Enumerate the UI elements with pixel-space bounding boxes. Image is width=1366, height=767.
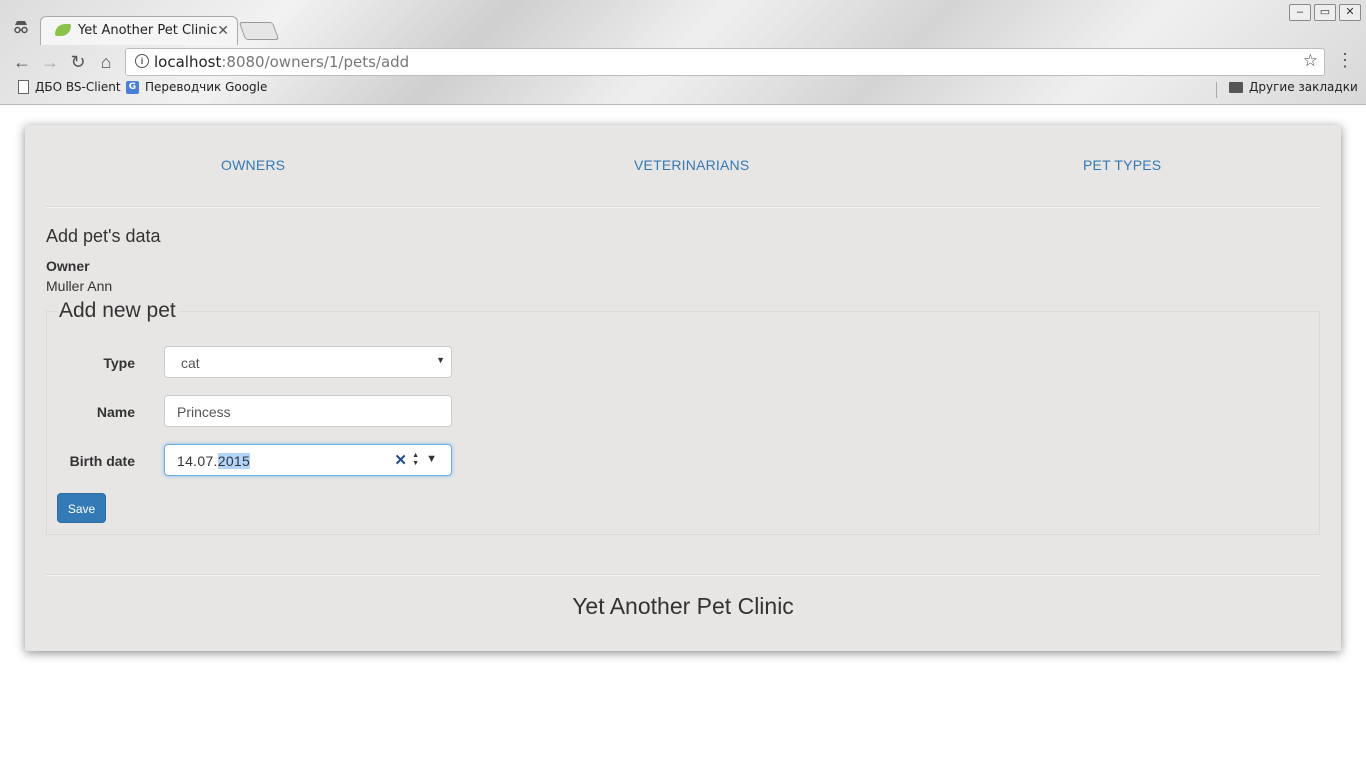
- browser-menu-icon[interactable]: ⋮: [1336, 50, 1354, 71]
- birth-date-input[interactable]: 14.07.2015 ✕ ▲ ▼ ▼: [164, 444, 452, 476]
- info-icon[interactable]: i: [135, 54, 149, 68]
- name-input[interactable]: Princess: [164, 395, 452, 427]
- owner-name: Muller Ann: [46, 278, 113, 294]
- type-label: Type: [103, 355, 135, 371]
- browser-chrome: Yet Another Pet Clinic ✕ – ▭ ✕ ← → ↻ ⌂ i…: [0, 0, 1366, 105]
- url-host: localhost: [154, 53, 222, 71]
- folder-icon: [1229, 81, 1243, 93]
- address-bar[interactable]: i localhost:8080/owners/1/pets/add ☆: [125, 48, 1325, 76]
- birth-date-year-selected: 2015: [217, 453, 251, 469]
- birth-date-day-month: 14.07.: [177, 453, 218, 469]
- form-legend: Add new pet: [57, 299, 178, 323]
- home-icon[interactable]: ⌂: [96, 52, 116, 72]
- new-tab-button[interactable]: [238, 22, 280, 40]
- maximize-icon[interactable]: ▭: [1314, 4, 1336, 21]
- bookmark-separator: [1216, 82, 1217, 98]
- main-card: OWNERS VETERINARIANS PET TYPES Add pet's…: [25, 125, 1341, 651]
- google-translate-icon: G: [126, 80, 139, 94]
- type-value: cat: [181, 355, 200, 371]
- window-close-icon[interactable]: ✕: [1339, 4, 1361, 21]
- forward-icon[interactable]: →: [40, 52, 60, 72]
- bookmark-star-icon[interactable]: ☆: [1303, 51, 1318, 71]
- chevron-down-icon: ▼: [436, 355, 445, 365]
- birth-date-value: 14.07.2015: [177, 453, 251, 469]
- other-bookmarks[interactable]: Другие закладки: [1229, 80, 1358, 94]
- divider: [46, 206, 1320, 208]
- bookmark-item[interactable]: G Переводчик Google: [126, 80, 267, 94]
- url-path: :8080/owners/1/pets/add: [221, 53, 410, 71]
- nav-veterinarians-link[interactable]: VETERINARIANS: [634, 157, 749, 173]
- other-bookmarks-label: Другие закладки: [1249, 80, 1358, 94]
- incognito-icon: [12, 18, 30, 36]
- bookmark-item[interactable]: ДБО BS-Client: [18, 80, 121, 94]
- name-label: Name: [96, 404, 135, 420]
- calendar-dropdown-icon[interactable]: ▼: [426, 453, 437, 465]
- top-nav: OWNERS VETERINARIANS PET TYPES: [25, 125, 1341, 205]
- document-icon: [18, 80, 29, 94]
- back-icon[interactable]: ←: [12, 52, 32, 72]
- minimize-icon[interactable]: –: [1289, 4, 1311, 21]
- bookmark-label: Переводчик Google: [145, 80, 268, 94]
- nav-owners-link[interactable]: OWNERS: [221, 157, 285, 173]
- name-value: Princess: [177, 404, 231, 420]
- reload-icon[interactable]: ↻: [68, 52, 88, 72]
- spinner-icon[interactable]: ▲ ▼: [412, 452, 419, 468]
- page-viewport: OWNERS VETERINARIANS PET TYPES Add pet's…: [3, 105, 1363, 763]
- clear-icon[interactable]: ✕: [394, 451, 407, 469]
- leaf-icon: [55, 24, 71, 36]
- birth-date-label: Birth date: [69, 453, 135, 469]
- browser-tab[interactable]: Yet Another Pet Clinic ✕: [40, 16, 238, 45]
- tab-title: Yet Another Pet Clinic: [78, 23, 218, 38]
- bookmark-label: ДБО BS-Client: [35, 80, 121, 94]
- footer-title: Yet Another Pet Clinic: [572, 593, 794, 619]
- page-title: Add pet's data: [46, 226, 161, 246]
- nav-pet-types-link[interactable]: PET TYPES: [1083, 157, 1161, 173]
- url-text: localhost:8080/owners/1/pets/add: [154, 53, 409, 71]
- owner-label: Owner: [46, 258, 90, 274]
- close-icon[interactable]: ✕: [217, 22, 229, 39]
- divider: [46, 574, 1320, 576]
- type-select[interactable]: cat ▼: [164, 346, 452, 378]
- save-button[interactable]: Save: [57, 493, 106, 523]
